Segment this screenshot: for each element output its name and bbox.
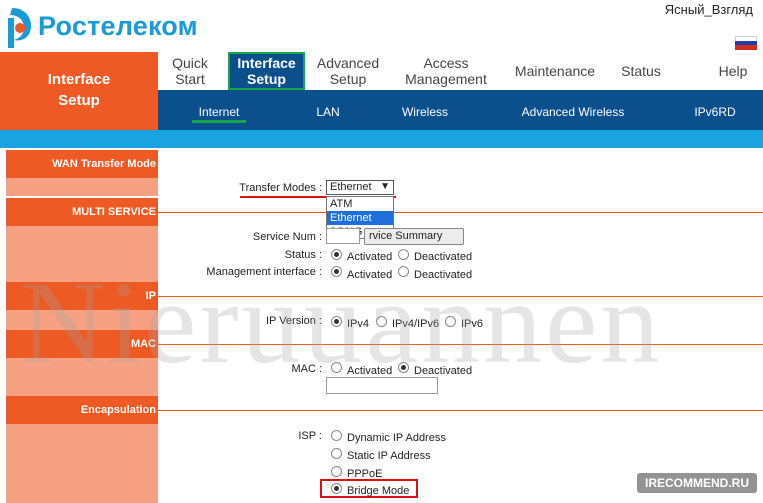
section-title: Interface Setup: [0, 52, 158, 130]
subtab-ipv6rd[interactable]: IPv6RD: [682, 90, 748, 130]
isp-label: ISP :: [298, 430, 322, 442]
username-label: Ясный_Взгляд: [664, 2, 753, 17]
service-summary-button[interactable]: rvice Summary: [364, 228, 464, 245]
isp-bridge-radio[interactable]: [331, 483, 342, 494]
section-multi-service: MULTI SERVICE: [6, 198, 158, 226]
transfer-modes-select[interactable]: Ethernet ▼: [326, 180, 394, 195]
isp-dynamic-radio[interactable]: [331, 430, 342, 441]
isp-static-label: Static IP Address: [347, 450, 431, 462]
watermark-text: Nieruuannen: [20, 257, 663, 388]
chevron-down-icon: ▼: [380, 181, 390, 192]
subtab-active-underline: [192, 120, 246, 123]
subtab-internet[interactable]: Internet: [188, 90, 250, 130]
transfer-option-atm[interactable]: ATM: [327, 197, 393, 211]
language-flag-icon[interactable]: [735, 36, 757, 50]
brand-logo: Ростелеком: [0, 0, 230, 50]
transfer-modes-value: Ethernet: [330, 181, 372, 193]
section-wan-transfer-mode: WAN Transfer Mode: [6, 150, 158, 178]
service-num-label: Service Num :: [252, 231, 322, 243]
isp-pppoe-radio[interactable]: [331, 466, 342, 477]
tab-interface-setup[interactable]: Interface Setup: [228, 52, 305, 90]
tab-access-management[interactable]: Access Management: [400, 52, 492, 90]
subtab-lan[interactable]: LAN: [300, 90, 356, 130]
transfer-option-ethernet[interactable]: Ethernet: [327, 211, 393, 225]
isp-static-radio[interactable]: [331, 448, 342, 459]
section-encapsulation: Encapsulation: [6, 396, 158, 424]
tab-quick-start[interactable]: Quick Start: [160, 52, 220, 90]
brand-name: Ростелеком: [38, 11, 198, 41]
recommend-badge: IRECOMMEND.RU: [637, 473, 757, 493]
tab-maintenance[interactable]: Maintenance: [508, 52, 602, 90]
subtab-advanced-wireless[interactable]: Advanced Wireless: [510, 90, 636, 130]
subtab-wireless[interactable]: Wireless: [390, 90, 460, 130]
content-top-bar: [0, 130, 763, 148]
rostelecom-logo-icon: [8, 8, 31, 48]
isp-dynamic-label: Dynamic IP Address: [347, 432, 446, 444]
isp-bridge-label: Bridge Mode: [347, 485, 410, 497]
service-num-field[interactable]: [326, 228, 360, 244]
tab-advanced-setup[interactable]: Advanced Setup: [310, 52, 386, 90]
tab-help[interactable]: Help: [710, 52, 756, 90]
transfer-modes-label: Transfer Modes :: [239, 182, 322, 194]
tab-status[interactable]: Status: [614, 52, 668, 90]
